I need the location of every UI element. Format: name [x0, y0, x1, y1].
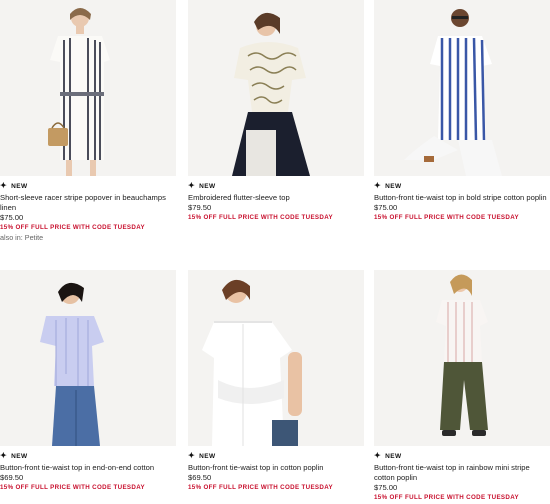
- new-badge: ✦ NEW: [0, 181, 28, 190]
- also-in-link[interactable]: also in: Petite: [0, 233, 176, 243]
- product-price: $75.00: [374, 483, 398, 492]
- product-image[interactable]: [188, 270, 364, 446]
- product-image[interactable]: [188, 0, 364, 176]
- product-title[interactable]: Button-front tie-waist top in bold strip…: [374, 193, 550, 203]
- product-price: $79.50: [188, 203, 212, 212]
- new-badge: ✦ NEW: [0, 451, 28, 460]
- product-title[interactable]: Button-front tie-waist top in end-on-end…: [0, 463, 176, 473]
- product-image[interactable]: [0, 270, 176, 446]
- promo-text: 15% OFF FULL PRICE WITH CODE TUESDAY: [188, 214, 333, 221]
- product-price: $75.00: [0, 213, 24, 222]
- new-badge: ✦ NEW: [374, 181, 402, 190]
- new-badge: ✦ NEW: [188, 451, 216, 460]
- product-title[interactable]: Button-front tie-waist top in rainbow mi…: [374, 463, 550, 483]
- sparkle-icon: ✦: [0, 451, 8, 460]
- product-price: $69.50: [0, 473, 24, 482]
- product-title[interactable]: Short-sleeve racer stripe popover in bea…: [0, 193, 176, 213]
- product-title[interactable]: Button-front tie-waist top in cotton pop…: [188, 463, 364, 473]
- product-image[interactable]: [374, 0, 550, 176]
- product-grid: ✦ NEW Short-sleeve racer stripe popover …: [0, 0, 550, 504]
- sparkle-icon: ✦: [188, 451, 196, 460]
- product-image[interactable]: [0, 0, 176, 176]
- product-image[interactable]: [374, 270, 550, 446]
- sparkle-icon: ✦: [374, 451, 382, 460]
- product-price: $69.50: [188, 473, 212, 482]
- new-badge: ✦ NEW: [374, 451, 402, 460]
- promo-text: 15% OFF FULL PRICE WITH CODE TUESDAY: [0, 224, 145, 231]
- sparkle-icon: ✦: [374, 181, 382, 190]
- promo-text: 15% OFF FULL PRICE WITH CODE TUESDAY: [374, 214, 519, 221]
- sparkle-icon: ✦: [0, 181, 8, 190]
- promo-text: 15% OFF FULL PRICE WITH CODE TUESDAY: [188, 484, 333, 491]
- new-badge: ✦ NEW: [188, 181, 216, 190]
- promo-text: 15% OFF FULL PRICE WITH CODE TUESDAY: [374, 494, 519, 501]
- promo-text: 15% OFF FULL PRICE WITH CODE TUESDAY: [0, 484, 145, 491]
- product-price: $75.00: [374, 203, 398, 212]
- sparkle-icon: ✦: [188, 181, 196, 190]
- product-title[interactable]: Embroidered flutter-sleeve top: [188, 193, 364, 203]
